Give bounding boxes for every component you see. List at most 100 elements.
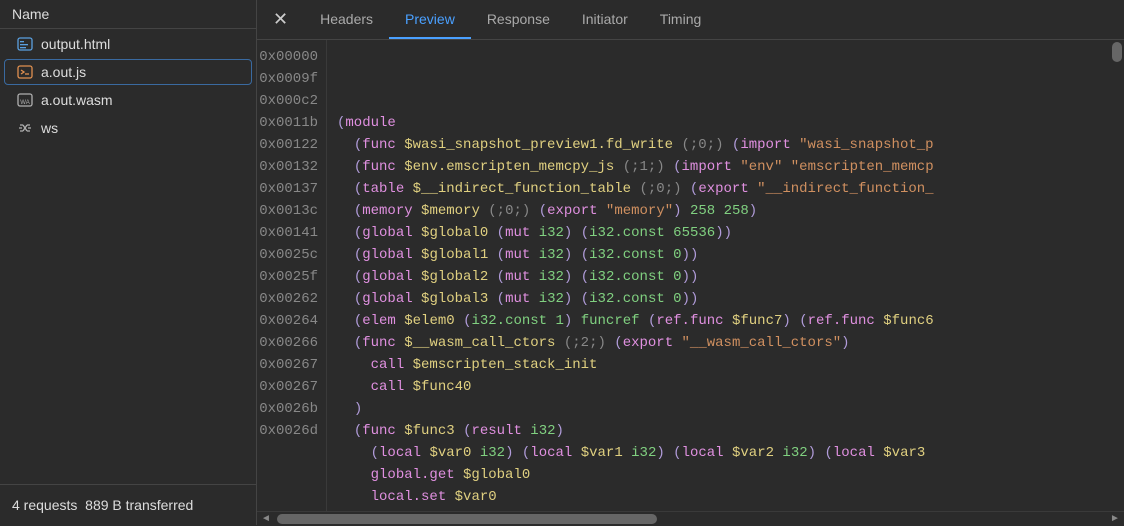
network-sidebar: Name output.htmla.out.jsWAa.out.wasmws 4… bbox=[0, 0, 257, 525]
token-plain bbox=[791, 313, 799, 329]
token-punc: ( bbox=[673, 159, 681, 175]
token-type: i32.const bbox=[589, 225, 665, 241]
token-type: i32 bbox=[530, 423, 555, 439]
token-type: funcref bbox=[581, 313, 640, 329]
tab-initiator[interactable]: Initiator bbox=[566, 1, 644, 39]
tab-headers[interactable]: Headers bbox=[304, 1, 389, 39]
token-plain bbox=[547, 313, 555, 329]
token-cmt: (;0;) bbox=[639, 181, 681, 197]
token-punc: ( bbox=[614, 335, 622, 351]
gutter-offset: 0x00132 bbox=[257, 156, 318, 178]
token-type: i32 bbox=[480, 445, 505, 461]
code-line: (func $wasi_snapshot_preview1.fd_write (… bbox=[337, 134, 1124, 156]
token-punc: ( bbox=[354, 291, 362, 307]
gutter-offset: 0x00267 bbox=[257, 376, 318, 398]
token-kw: ref.func bbox=[808, 313, 875, 329]
tab-preview[interactable]: Preview bbox=[389, 1, 471, 39]
horizontal-scrollbar[interactable]: ◄ ► bbox=[257, 511, 1124, 525]
file-item-a-out-wasm[interactable]: WAa.out.wasm bbox=[4, 87, 252, 113]
token-type: i32 bbox=[539, 247, 564, 263]
code-line: (local $var0 i32) (local $var1 i32) (loc… bbox=[337, 442, 1124, 464]
token-plain bbox=[530, 291, 538, 307]
token-punc: )) bbox=[682, 269, 699, 285]
token-str: "__wasm_call_ctors" bbox=[682, 335, 842, 351]
scroll-left-icon[interactable]: ◄ bbox=[259, 512, 273, 526]
token-ident: $var3 bbox=[883, 445, 925, 461]
token-num: 65536 bbox=[673, 225, 715, 241]
token-plain bbox=[640, 313, 648, 329]
token-ident: $global0 bbox=[463, 467, 530, 483]
horizontal-scrollbar-thumb[interactable] bbox=[277, 514, 657, 524]
token-cmt: (;0;) bbox=[488, 203, 530, 219]
token-ident: $var2 bbox=[732, 445, 774, 461]
tab-timing[interactable]: Timing bbox=[644, 1, 718, 39]
code-body[interactable]: (module (func $wasi_snapshot_preview1.fd… bbox=[327, 40, 1124, 511]
token-plain bbox=[396, 313, 404, 329]
token-plain bbox=[413, 203, 421, 219]
token-num: 0 bbox=[673, 291, 681, 307]
token-ident: $var0 bbox=[455, 489, 497, 505]
token-plain bbox=[673, 335, 681, 351]
file-item-a-out-js[interactable]: a.out.js bbox=[4, 59, 252, 85]
token-ident: $memory bbox=[421, 203, 480, 219]
close-icon[interactable]: ✕ bbox=[257, 9, 304, 30]
code-line: call $func40 bbox=[337, 376, 1124, 398]
token-plain bbox=[488, 269, 496, 285]
token-plain bbox=[396, 335, 404, 351]
gutter-offset: 0x00262 bbox=[257, 288, 318, 310]
token-num: 258 bbox=[724, 203, 749, 219]
token-kw: global.get bbox=[371, 467, 455, 483]
token-plain bbox=[396, 423, 404, 439]
token-kw: call bbox=[371, 379, 405, 395]
token-punc: ( bbox=[581, 225, 589, 241]
token-punc: ( bbox=[354, 269, 362, 285]
token-type: i32.const bbox=[589, 247, 665, 263]
token-cmt: (;0;) bbox=[681, 137, 723, 153]
token-plain bbox=[337, 357, 371, 373]
scroll-right-icon[interactable]: ► bbox=[1108, 512, 1122, 526]
js-icon bbox=[17, 64, 33, 80]
token-plain bbox=[749, 181, 757, 197]
token-punc: ( bbox=[354, 335, 362, 351]
token-plain bbox=[513, 445, 521, 461]
token-num: 0 bbox=[673, 269, 681, 285]
token-kw: func bbox=[362, 159, 396, 175]
token-plain bbox=[715, 203, 723, 219]
token-ident: $__indirect_function_table bbox=[413, 181, 631, 197]
token-plain bbox=[404, 357, 412, 373]
token-plain bbox=[572, 291, 580, 307]
token-kw: export bbox=[698, 181, 748, 197]
token-punc: ) bbox=[782, 313, 790, 329]
token-kw: mut bbox=[505, 269, 530, 285]
token-plain bbox=[455, 423, 463, 439]
token-plain bbox=[471, 445, 479, 461]
token-punc: ) bbox=[556, 423, 564, 439]
token-ident: $var1 bbox=[581, 445, 623, 461]
token-ident: $global2 bbox=[421, 269, 488, 285]
token-punc: ( bbox=[371, 445, 379, 461]
file-item-output-html[interactable]: output.html bbox=[4, 31, 252, 57]
token-punc: ) bbox=[354, 401, 362, 417]
token-plain bbox=[337, 291, 354, 307]
sidebar-header[interactable]: Name bbox=[0, 0, 256, 29]
gutter-offset: 0x0025f bbox=[257, 266, 318, 288]
token-plain bbox=[530, 203, 538, 219]
token-plain bbox=[665, 445, 673, 461]
token-plain bbox=[413, 269, 421, 285]
token-plain bbox=[598, 203, 606, 219]
tab-response[interactable]: Response bbox=[471, 1, 566, 39]
token-ident: $func7 bbox=[732, 313, 782, 329]
token-punc: ( bbox=[354, 225, 362, 241]
token-plain bbox=[488, 225, 496, 241]
token-punc: ( bbox=[497, 225, 505, 241]
file-item-ws[interactable]: ws bbox=[4, 115, 252, 141]
token-punc: )) bbox=[682, 247, 699, 263]
token-num: 0 bbox=[673, 247, 681, 263]
vertical-scrollbar-thumb[interactable] bbox=[1112, 42, 1122, 62]
gutter-offset: 0x0011b bbox=[257, 112, 318, 134]
token-punc: ) bbox=[673, 203, 681, 219]
token-str: "env" bbox=[740, 159, 782, 175]
gutter-offset: 0x00000 bbox=[257, 46, 318, 68]
token-ident: $wasi_snapshot_preview1.fd_write bbox=[404, 137, 673, 153]
token-punc: ( bbox=[581, 269, 589, 285]
